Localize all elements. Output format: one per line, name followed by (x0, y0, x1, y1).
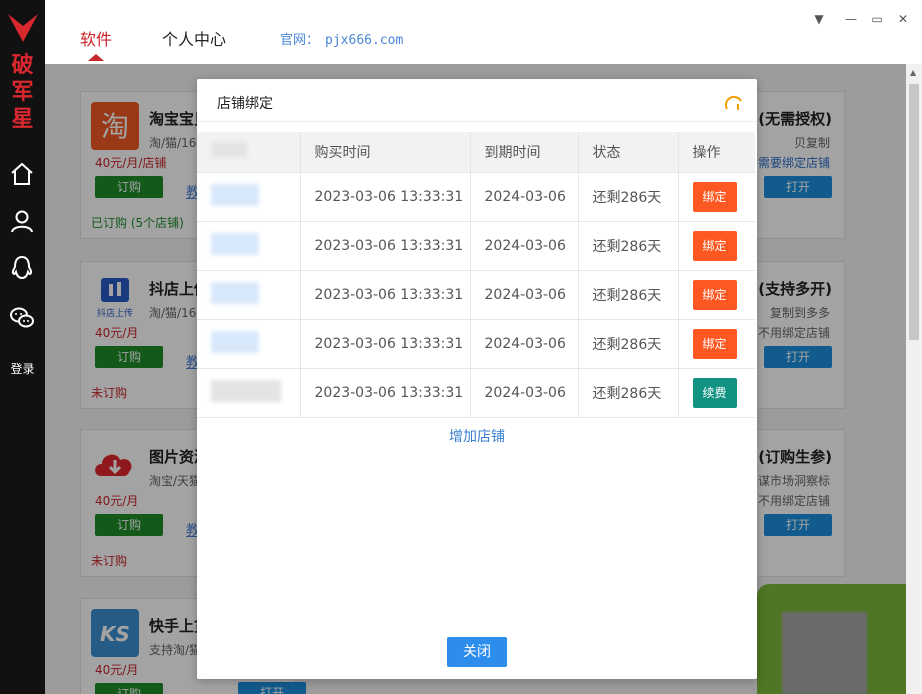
close-window-icon[interactable]: ✕ (894, 10, 912, 28)
app-window: 破 军 星 登录 软件 个人中心 官网： pjx666.com ▼ — ▭ ✕ … (0, 0, 922, 694)
wechat-icon[interactable] (8, 304, 36, 332)
add-shop-link[interactable]: 增加店铺 (197, 426, 757, 446)
site-url: pjx666.com (325, 33, 404, 48)
action-cell: 绑定 (678, 270, 755, 320)
blurred-shop-name (211, 232, 259, 255)
column-header: 操作 (678, 132, 755, 173)
tab-software[interactable]: 软件 (80, 26, 112, 50)
official-site-link[interactable]: 官网： pjx666.com (280, 29, 403, 48)
shop-name-header (197, 132, 301, 173)
scroll-thumb[interactable] (909, 84, 919, 340)
top-bar: 软件 个人中心 官网： pjx666.com ▼ — ▭ ✕ (45, 0, 922, 64)
user-icon[interactable] (8, 207, 36, 235)
bind-button[interactable]: 绑定 (692, 181, 737, 212)
action-cell: 绑定 (678, 319, 755, 369)
close-dialog-button[interactable]: 关闭 (447, 637, 507, 667)
logo-icon (8, 14, 38, 42)
blurred-shop-name (211, 379, 281, 402)
shop-name-cell (197, 221, 301, 271)
table-row: 2023-03-06 13:33:31 2024-03-06 还剩286天 绑定 (197, 270, 755, 320)
expire-time-cell: 2024-03-06 (470, 368, 579, 418)
shop-table: 购买时间 到期时间 状态 操作 2023-03-06 13:33:31 2024… (197, 132, 755, 418)
status-cell: 还剩286天 (578, 221, 679, 271)
dialog-title: 店铺绑定 (217, 96, 273, 112)
loading-spinner-icon (724, 95, 742, 110)
shop-name-cell (197, 368, 301, 418)
login-link[interactable]: 登录 (0, 360, 45, 377)
home-icon[interactable] (8, 160, 36, 188)
expire-time-cell: 2024-03-06 (470, 221, 579, 271)
purchase-time-cell: 2023-03-06 13:33:31 (300, 172, 471, 222)
sidebar: 破 军 星 登录 (0, 0, 45, 694)
purchase-time-cell: 2023-03-06 13:33:31 (300, 319, 471, 369)
expire-time-cell: 2024-03-06 (470, 172, 579, 222)
column-header: 购买时间 (300, 132, 471, 173)
column-header: 状态 (578, 132, 679, 173)
dropdown-menu-icon[interactable]: ▼ (810, 10, 828, 28)
site-prefix: 官网： (280, 33, 320, 48)
logo-text: 破 军 星 (11, 52, 34, 132)
table-header-row: 购买时间 到期时间 状态 操作 (197, 132, 755, 173)
status-cell: 还剩286天 (578, 172, 679, 222)
table-row: 2023-03-06 13:33:31 2024-03-06 还剩286天 绑定 (197, 319, 755, 369)
expire-time-cell: 2024-03-06 (470, 319, 579, 369)
blurred-shop-name (211, 330, 259, 353)
status-cell: 还剩286天 (578, 368, 679, 418)
active-tab-caret (88, 54, 104, 61)
tab-personal-center[interactable]: 个人中心 (162, 26, 226, 50)
expire-time-cell: 2024-03-06 (470, 270, 579, 320)
purchase-time-cell: 2023-03-06 13:33:31 (300, 221, 471, 271)
action-cell: 绑定 (678, 221, 755, 271)
table-row: 2023-03-06 13:33:31 2024-03-06 还剩286天 绑定 (197, 221, 755, 271)
blurred-column-header (211, 141, 247, 158)
table-row: 2023-03-06 13:33:31 2024-03-06 还剩286天 续费 (197, 368, 755, 418)
shop-name-cell (197, 319, 301, 369)
action-cell: 绑定 (678, 172, 755, 222)
bind-button[interactable]: 绑定 (692, 230, 737, 261)
action-cell: 续费 (678, 368, 755, 418)
table-row: 2023-03-06 13:33:31 2024-03-06 还剩286天 绑定 (197, 172, 755, 222)
maximize-icon[interactable]: ▭ (868, 10, 886, 28)
status-cell: 还剩286天 (578, 319, 679, 369)
shop-name-cell (197, 270, 301, 320)
scroll-up-icon[interactable]: ▲ (910, 68, 916, 77)
purchase-time-cell: 2023-03-06 13:33:31 (300, 368, 471, 418)
bind-button[interactable]: 绑定 (692, 279, 737, 310)
dialog-divider (197, 121, 757, 122)
qq-icon[interactable] (8, 254, 36, 282)
shop-name-cell (197, 172, 301, 222)
scrollbar[interactable]: ▲ (906, 64, 922, 694)
purchase-time-cell: 2023-03-06 13:33:31 (300, 270, 471, 320)
shop-binding-dialog: 店铺绑定 购买时间 到期时间 状态 操作 2023-03-06 13:33:31 (197, 79, 757, 679)
blurred-shop-name (211, 183, 259, 206)
renew-button[interactable]: 续费 (692, 377, 737, 408)
column-header: 到期时间 (470, 132, 579, 173)
bind-button[interactable]: 绑定 (692, 328, 737, 359)
blurred-shop-name (211, 281, 259, 304)
minimize-icon[interactable]: — (842, 10, 860, 28)
status-cell: 还剩286天 (578, 270, 679, 320)
